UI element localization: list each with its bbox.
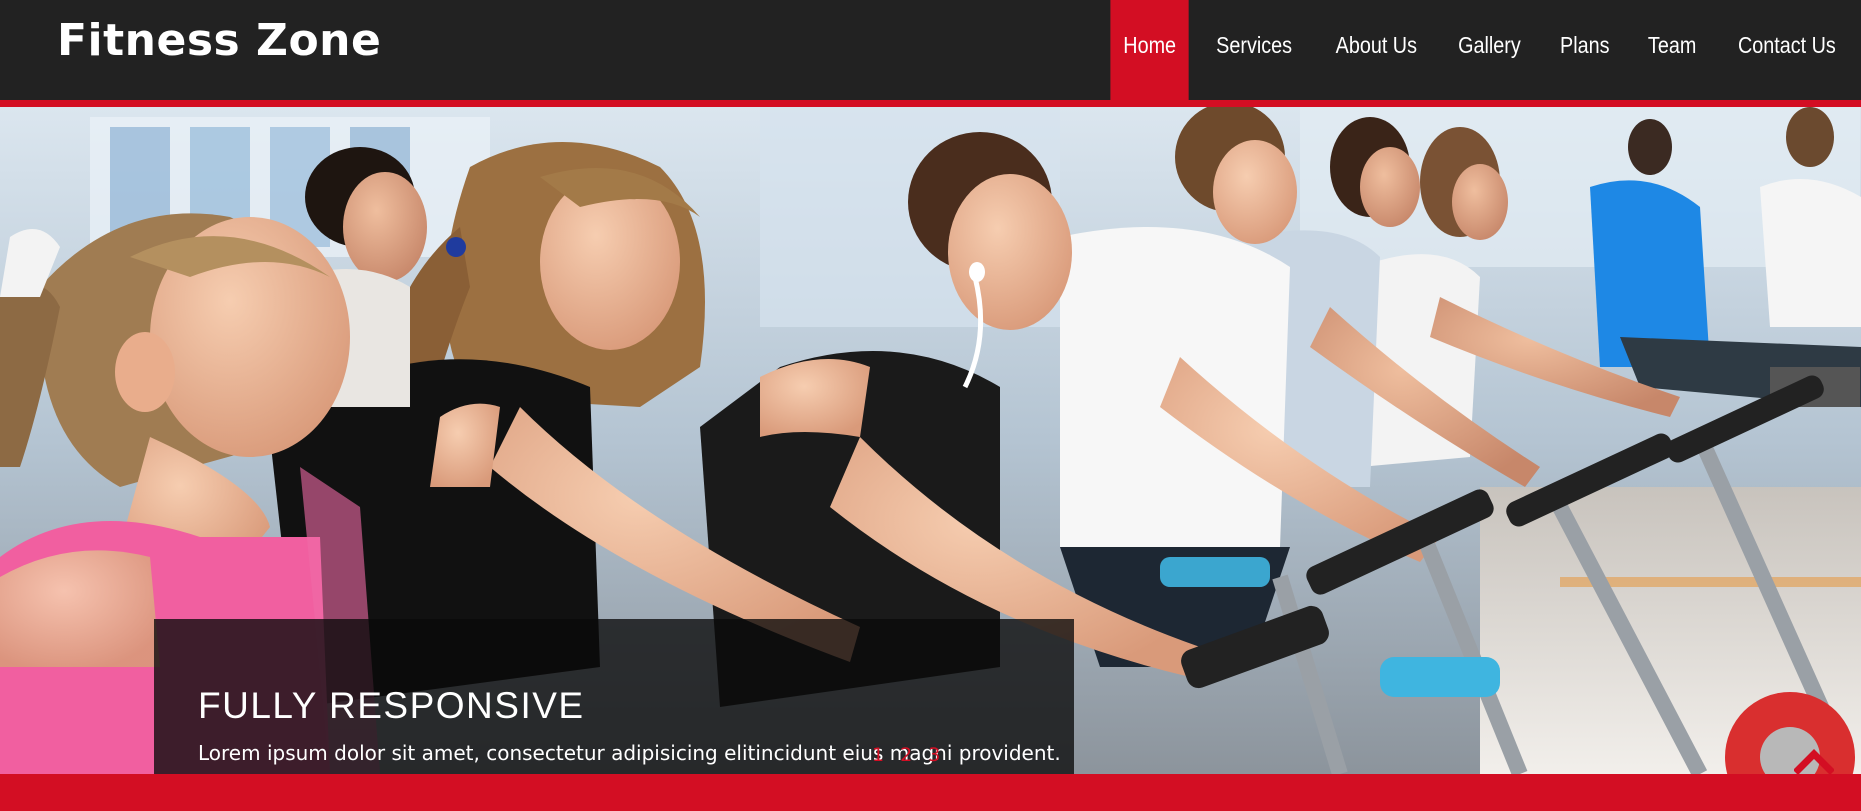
nav-gallery[interactable]: Gallery — [1445, 0, 1533, 100]
header-accent-line — [0, 100, 1861, 107]
slider-pagination: 1 2 3 — [872, 744, 940, 766]
nav-plans[interactable]: Plans — [1547, 0, 1622, 100]
chevron-up-icon — [1793, 749, 1835, 775]
site-header: Fitness Zone Home Services About Us Gall… — [0, 0, 1861, 100]
main-nav: Home Services About Us Gallery Plans Tea… — [1104, 0, 1859, 100]
slide-page-1[interactable]: 1 — [872, 744, 884, 766]
scroll-to-top-button[interactable] — [1793, 746, 1835, 776]
site-logo[interactable]: Fitness Zone — [57, 14, 381, 68]
nav-services[interactable]: Services — [1204, 0, 1306, 100]
nav-about-us[interactable]: About Us — [1322, 0, 1429, 100]
slide-page-3[interactable]: 3 — [928, 744, 940, 766]
nav-contact-us[interactable]: Contact Us — [1725, 0, 1849, 100]
footer-bar — [0, 774, 1861, 811]
nav-home[interactable]: Home — [1110, 0, 1189, 100]
slide-title: FULLY RESPONSIVE — [198, 685, 585, 726]
slide-page-2[interactable]: 2 — [900, 744, 912, 766]
nav-team[interactable]: Team — [1635, 0, 1709, 100]
hero-slider: FULLY RESPONSIVE Lorem ipsum dolor sit a… — [0, 107, 1861, 774]
